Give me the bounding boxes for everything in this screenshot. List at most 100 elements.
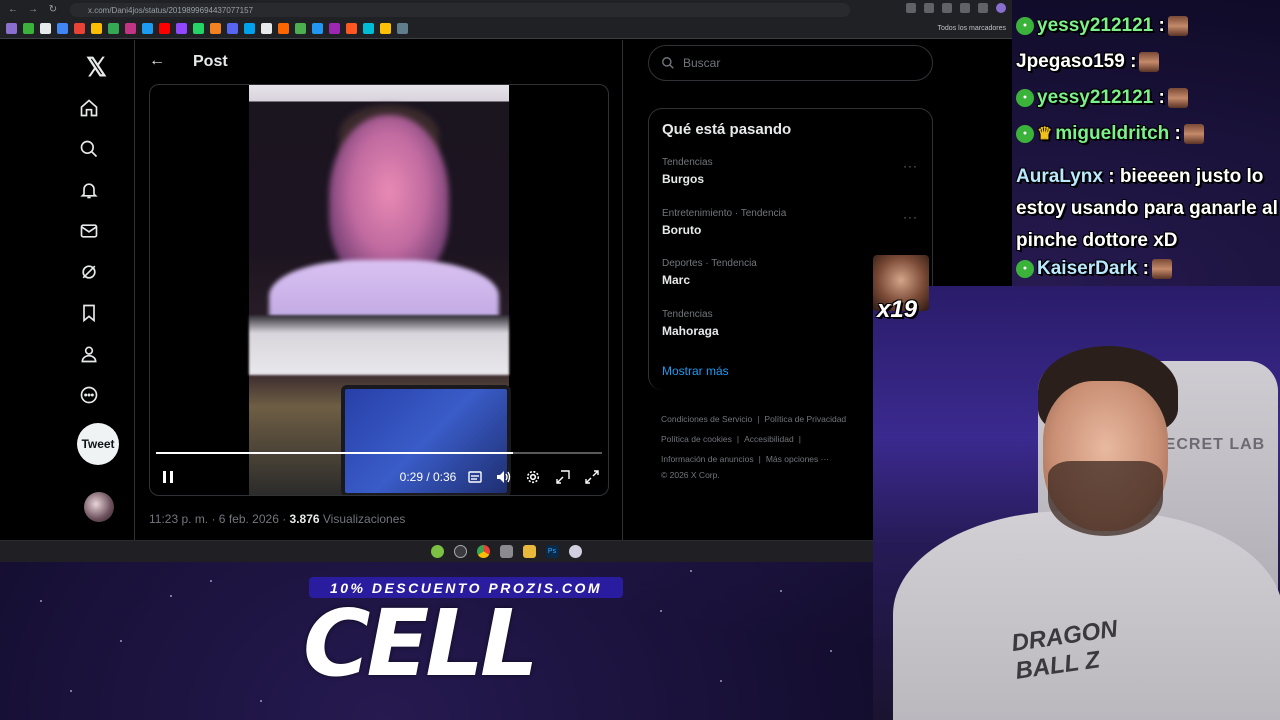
bookmark-icon[interactable] [312,23,323,34]
bookmark-icon[interactable] [210,23,221,34]
back-arrow-icon[interactable]: ← [149,52,165,70]
taskbar-app-icon[interactable] [568,545,582,558]
search-field-icon [662,57,674,69]
page-title: Post [193,53,228,70]
chat-message: ● yessy212121 : [1016,82,1280,114]
bookmark-icon[interactable] [57,23,68,34]
privacy-link[interactable]: Política de Privacidad [764,414,846,424]
copyright: © 2026 X Corp. [661,470,720,480]
bookmark-icon[interactable] [91,23,102,34]
bookmark-icon[interactable] [227,23,238,34]
bookmark-icon[interactable] [6,23,17,34]
video-player[interactable]: 0:29 / 0:36 [149,84,609,496]
bookmark-icon[interactable] [23,23,34,34]
bookmark-icon[interactable] [295,23,306,34]
photoshop-icon[interactable]: Ps [545,545,559,558]
bookmark-icon[interactable] [329,23,340,34]
trend-item[interactable]: Tendencias Burgos [662,157,912,186]
reload-icon[interactable]: ↻ [48,4,58,15]
bookmark-icon[interactable] [176,23,187,34]
trend-more-icon[interactable]: ··· [903,159,918,173]
forward-nav-icon[interactable]: → [28,4,38,15]
bookmark-icon[interactable] [193,23,204,34]
emote-icon [1151,258,1172,279]
mail-icon[interactable] [78,220,100,242]
trend-more-icon[interactable]: ··· [903,210,918,224]
chat-text: : [1169,123,1181,144]
bookmark-icon[interactable] [108,23,119,34]
volume-icon[interactable] [495,467,513,487]
bookmark-icon[interactable] [278,23,289,34]
emote-icon [1183,123,1204,144]
sub-badge-icon: ● [1016,16,1034,35]
trend-item[interactable]: Entretenimiento · Tendencia Boruto [662,208,912,237]
bookmark-icon[interactable] [261,23,272,34]
pause-icon[interactable] [160,467,176,487]
bookmark-icon[interactable] [40,23,51,34]
sub-badge-icon: ● [1016,124,1034,143]
more-icon[interactable] [78,384,100,406]
video-time: 0:29 / 0:36 [399,470,457,484]
accessibility-link[interactable]: Accesibilidad [744,434,794,444]
star-icon[interactable] [942,3,952,13]
x-logo-icon[interactable]: 𝕏 [86,52,107,83]
account-avatar[interactable] [84,492,114,522]
bookmark-icon[interactable] [380,23,391,34]
fullscreen-icon[interactable] [583,467,601,487]
chat-message: Jpegaso159 : [1016,46,1280,78]
address-bar[interactable]: x.com/Dani4jos/status/201989969443707715… [70,3,850,17]
bookmark-icon[interactable] [74,23,85,34]
download-icon[interactable] [978,3,988,13]
captions-icon[interactable] [466,467,484,487]
bookmark-icon[interactable] [346,23,357,34]
trend-name: Burgos [662,172,704,186]
emote-count: x19 [877,296,918,323]
bookmark-icon[interactable] [159,23,170,34]
chat-username: AuraLynx [1016,166,1103,187]
bell-icon[interactable] [78,179,100,201]
post-timestamp[interactable]: 11:23 p. m. · 6 feb. 2026 · [149,512,290,526]
url-text: x.com/Dani4jos/status/201989969443707715… [88,5,254,15]
search-placeholder: Buscar [683,56,721,70]
trend-name: Boruto [662,223,702,237]
profile-icon[interactable] [78,343,100,365]
emote-icon [1139,51,1160,72]
chat-username: migueldritch [1055,123,1170,144]
chrome-icon[interactable] [476,545,490,558]
back-nav-icon[interactable]: ← [8,4,18,15]
video-progress-bar[interactable] [156,452,602,454]
pip-icon[interactable] [554,467,572,487]
promo-code: CELL [303,590,539,697]
profile-avatar-icon[interactable] [996,3,1006,13]
cookies-link[interactable]: Política de cookies [661,434,732,444]
zoom-icon[interactable] [906,3,916,13]
ads-info-link[interactable]: Información de anuncios [661,454,754,464]
bookmark-icon[interactable] [397,23,408,34]
home-icon[interactable] [78,97,100,119]
chat-message: ● yessy212121 : [1016,10,1280,42]
bookmarks-folder[interactable]: Todos los marcadores [938,25,1006,32]
taskbar-app-icon[interactable] [453,545,467,558]
search-icon[interactable] [78,138,100,160]
footer-links: Condiciones de Servicio | Política de Priv… [661,414,847,480]
extension-icon[interactable] [960,3,970,13]
grok-icon[interactable] [78,261,100,283]
chat-username: KaiserDark [1037,258,1138,279]
settings-gear-icon[interactable] [524,467,542,487]
folder-icon[interactable] [522,545,536,558]
taskbar-app-icon[interactable] [499,545,513,558]
search-input[interactable]: Buscar [648,45,933,81]
taskbar-app-icon[interactable] [430,545,444,558]
bookmark-icon[interactable] [125,23,136,34]
more-options-link[interactable]: Más opciones ··· [766,454,829,464]
bookmark-nav-icon[interactable] [78,302,100,324]
streamer-beard [1048,461,1163,536]
bookmark-icon[interactable] [244,23,255,34]
terms-link[interactable]: Condiciones de Servicio [661,414,752,424]
share-icon[interactable] [924,3,934,13]
bookmark-icon[interactable] [142,23,153,34]
bookmark-icon[interactable] [363,23,374,34]
taskbar: Ps [0,540,1012,562]
tweet-button[interactable]: Tweet [77,423,119,465]
show-more-link[interactable]: Mostrar más [662,364,729,378]
